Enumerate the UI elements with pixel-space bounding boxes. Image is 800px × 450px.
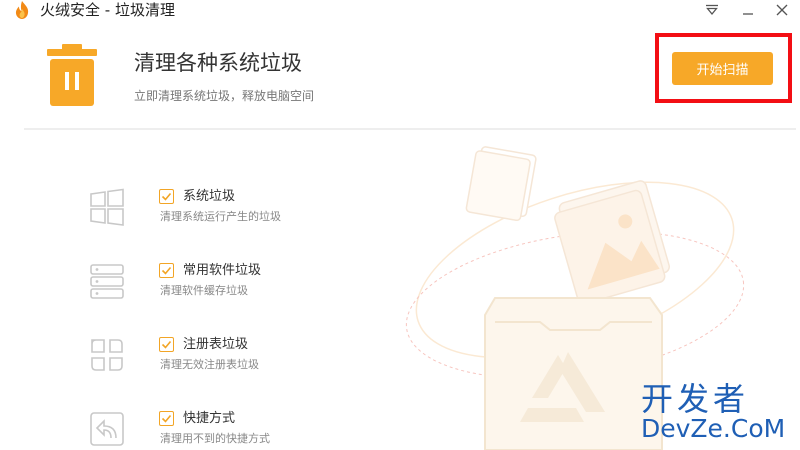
page-title: 清理各种系统垃圾 [134, 51, 302, 75]
shortcut-icon [90, 412, 124, 446]
item-description: 清理软件缓存垃圾 [160, 284, 248, 297]
watermark-english: DevZe.CoM [641, 414, 786, 443]
software-junk-checkbox[interactable] [159, 263, 174, 278]
item-description: 清理无效注册表垃圾 [160, 358, 259, 371]
watermark-chinese: 开发者 [641, 380, 750, 418]
close-icon [776, 4, 788, 16]
fire-logo-icon [15, 1, 29, 19]
item-label: 常用软件垃圾 [183, 263, 262, 278]
registry-junk-checkbox[interactable] [159, 337, 174, 352]
checkmark-icon [161, 266, 172, 275]
dropdown-menu-button[interactable] [700, 0, 724, 20]
checkmark-icon [161, 414, 172, 423]
registry-grid-icon [91, 339, 123, 371]
minimize-icon [743, 13, 753, 15]
trash-can-icon [47, 44, 97, 106]
windows-icon [90, 188, 124, 226]
server-icon [90, 264, 124, 299]
window-title: 火绒安全 - 垃圾清理 [40, 1, 175, 19]
item-label: 系统垃圾 [183, 189, 236, 204]
shortcut-checkbox[interactable] [159, 411, 174, 426]
dropdown-menu-icon [706, 4, 718, 16]
minimize-button[interactable] [736, 0, 760, 20]
item-label: 快捷方式 [183, 411, 236, 426]
title-bar: 火绒安全 - 垃圾清理 [0, 0, 800, 22]
item-description: 清理用不到的快捷方式 [160, 432, 270, 445]
item-label: 注册表垃圾 [183, 337, 249, 352]
checkmark-icon [161, 192, 172, 201]
system-junk-checkbox[interactable] [159, 189, 174, 204]
close-button[interactable] [770, 0, 794, 20]
page-subtitle: 立即清理系统垃圾，释放电脑空间 [134, 89, 315, 103]
start-scan-button[interactable]: 开始扫描 [672, 52, 773, 85]
item-description: 清理系统运行产生的垃圾 [160, 210, 281, 223]
checkmark-icon [161, 340, 172, 349]
